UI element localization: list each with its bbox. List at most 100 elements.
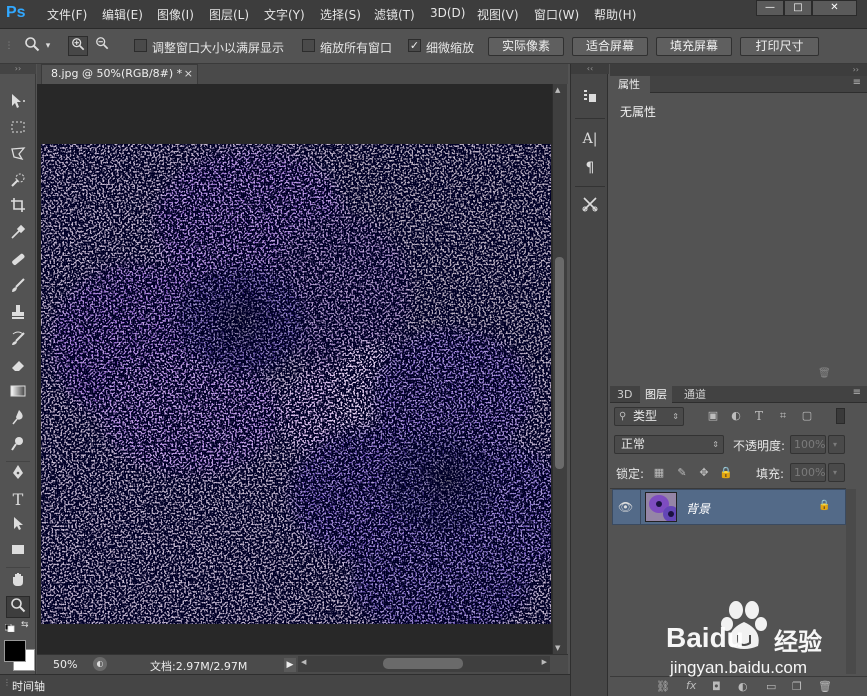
layers-scrollbar[interactable] [846, 489, 856, 674]
eraser-tool-icon[interactable] [6, 357, 30, 379]
swap-colors-icon[interactable]: ⇆ [21, 620, 31, 630]
menu-filter[interactable]: 滤镜(T) [374, 6, 415, 23]
menu-image[interactable]: 图像(I) [157, 6, 194, 23]
menu-file[interactable]: 文件(F) [47, 6, 87, 23]
quick-selection-tool-icon[interactable] [6, 172, 30, 194]
new-adjustment-layer-icon[interactable]: ◐ [738, 680, 748, 693]
filter-toggle-switch[interactable] [836, 408, 845, 424]
brush-tool-icon[interactable] [6, 277, 30, 299]
rectangle-tool-icon[interactable] [6, 541, 30, 563]
character-panel-icon[interactable]: A| [578, 128, 602, 150]
gradient-tool-icon[interactable] [6, 383, 30, 405]
close-button[interactable]: ✕ [812, 0, 857, 16]
scroll-left-icon[interactable]: ◀ [301, 658, 306, 666]
marquee-tool-icon[interactable] [6, 119, 30, 141]
zoom-tool-preset-icon[interactable] [22, 36, 42, 56]
maximize-button[interactable]: □ [784, 0, 812, 16]
resize-windows-checkbox[interactable] [134, 39, 147, 52]
menu-type[interactable]: 文字(Y) [264, 6, 305, 23]
hand-tool-icon[interactable] [6, 571, 30, 593]
zoom-out-icon[interactable] [92, 36, 112, 56]
fit-screen-button[interactable]: 适合屏幕 [572, 37, 648, 56]
blur-tool-icon[interactable] [6, 409, 30, 431]
move-tool-icon[interactable] [6, 92, 30, 114]
panel-menu-icon[interactable]: ≡ [853, 387, 861, 398]
add-mask-icon[interactable]: ◘ [712, 680, 721, 693]
timeline-label[interactable]: 时间轴 [12, 678, 45, 694]
menu-layer[interactable]: 图层(L) [209, 6, 249, 23]
filter-shape-icon[interactable]: ⌗ [776, 409, 790, 423]
menu-3d[interactable]: 3D(D) [430, 6, 465, 20]
toolbar-collapse-icon[interactable]: ›› [0, 64, 36, 74]
history-brush-tool-icon[interactable] [6, 330, 30, 352]
fill-dropdown-icon[interactable]: ▾ [828, 463, 845, 482]
history-panel-icon[interactable] [578, 88, 602, 110]
opacity-dropdown-icon[interactable]: ▾ [828, 435, 845, 454]
new-layer-icon[interactable]: ❐ [792, 680, 802, 693]
minimize-button[interactable]: — [756, 0, 784, 16]
scrubby-zoom-checkbox[interactable]: ✓ [408, 39, 421, 52]
scroll-up-icon[interactable]: ▲ [555, 86, 560, 94]
new-group-icon[interactable]: ▭ [766, 680, 776, 693]
dodge-tool-icon[interactable] [6, 435, 30, 457]
type-tool-icon[interactable]: T [6, 489, 30, 511]
link-layers-icon[interactable]: ⛓ [656, 680, 670, 693]
filter-pixel-icon[interactable]: ▣ [706, 409, 720, 423]
layer-thumbnail[interactable] [645, 492, 677, 522]
document-tab[interactable]: 8.jpg @ 50%(RGB/8#) * × [41, 64, 198, 84]
zoom-level[interactable]: 50% [53, 658, 77, 671]
lock-transparent-icon[interactable]: ▦ [652, 466, 666, 480]
pen-tool-icon[interactable] [6, 464, 30, 486]
healing-brush-tool-icon[interactable] [6, 251, 30, 273]
path-selection-tool-icon[interactable] [6, 515, 30, 537]
scroll-down-icon[interactable]: ▼ [555, 644, 560, 652]
clone-stamp-tool-icon[interactable] [6, 304, 30, 326]
menu-view[interactable]: 视图(V) [477, 6, 519, 23]
trash-icon[interactable]: 🗑 [818, 368, 832, 382]
lock-position-icon[interactable]: ✥ [697, 466, 711, 480]
timeline-panel-tab[interactable]: ⋮ 时间轴 ≡ [0, 674, 606, 696]
default-colors-icon[interactable] [4, 621, 15, 633]
lasso-tool-icon[interactable] [6, 145, 30, 167]
tool-presets-icon[interactable] [578, 196, 602, 218]
opacity-input[interactable]: 100% [790, 435, 826, 454]
layer-style-icon[interactable]: fx [686, 679, 696, 692]
zoom-tool-icon[interactable] [6, 596, 30, 618]
fill-screen-button[interactable]: 填充屏幕 [656, 37, 732, 56]
panel-menu-icon[interactable]: ≡ [853, 77, 861, 88]
filter-adjustment-icon[interactable]: ◐ [729, 409, 743, 423]
menu-edit[interactable]: 编辑(E) [102, 6, 143, 23]
document-canvas-image[interactable] [41, 144, 551, 624]
close-document-icon[interactable]: × [184, 65, 193, 83]
layer-filter-dropdown[interactable]: ⚲ 类型 ⇕ [614, 407, 684, 426]
delete-layer-icon[interactable]: 🗑 [818, 680, 832, 693]
blend-mode-dropdown[interactable]: 正常 ⇕ [614, 435, 724, 454]
lock-all-icon[interactable]: 🔒 [719, 466, 733, 480]
vertical-scroll-thumb[interactable] [555, 257, 564, 469]
menu-help[interactable]: 帮助(H) [594, 6, 636, 23]
lock-image-icon[interactable]: ✎ [675, 466, 689, 480]
scroll-right-icon[interactable]: ▶ [542, 658, 547, 666]
paragraph-panel-icon[interactable]: ¶ [578, 157, 602, 179]
crop-tool-icon[interactable] [6, 197, 30, 219]
eyedropper-tool-icon[interactable] [6, 224, 30, 246]
tab-layers[interactable]: 图层 [640, 386, 672, 403]
print-size-button[interactable]: 打印尺寸 [740, 37, 819, 56]
dock-collapse-icon[interactable]: ‹‹ [571, 64, 609, 74]
tab-channels[interactable]: 通道 [679, 386, 711, 403]
layer-name[interactable]: 背景 [686, 500, 710, 517]
menu-select[interactable]: 选择(S) [320, 6, 361, 23]
menu-window[interactable]: 窗口(W) [534, 6, 579, 23]
zoom-in-icon[interactable] [68, 36, 88, 56]
tab-properties[interactable]: 属性 [610, 76, 650, 93]
filter-type-icon[interactable]: T [752, 409, 766, 423]
panel-collapse-icon[interactable]: ›› [610, 64, 867, 76]
fill-input[interactable]: 100% [790, 463, 826, 482]
foreground-color-swatch[interactable] [4, 640, 26, 662]
share-icon[interactable]: ◐ [93, 657, 107, 671]
tab-3d[interactable]: 3D [612, 386, 637, 403]
horizontal-scroll-thumb[interactable] [383, 658, 463, 669]
filter-smart-object-icon[interactable]: ▢ [800, 409, 814, 423]
zoom-all-windows-checkbox[interactable] [302, 39, 315, 52]
preset-dropdown-icon[interactable]: ▾ [42, 36, 54, 56]
